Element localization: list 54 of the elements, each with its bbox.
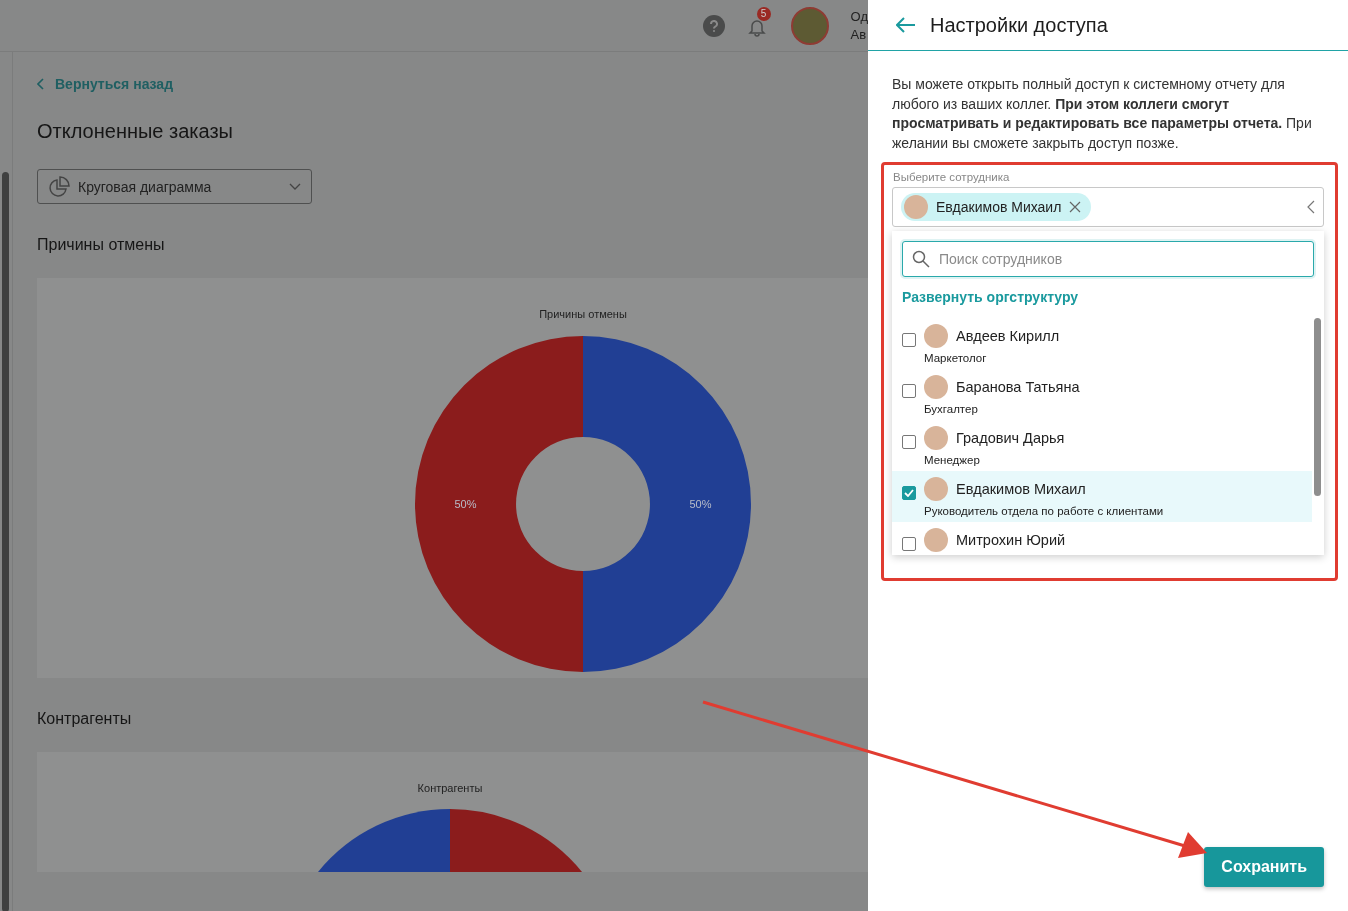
employee-role: Руководитель отдела по работе с клиентами <box>924 505 1165 517</box>
employee-role: Бухгалтер <box>924 403 979 415</box>
back-arrow-icon[interactable] <box>896 17 916 33</box>
avatar <box>924 477 948 501</box>
chart-title: Причины отмены <box>539 308 627 320</box>
search-icon <box>912 250 930 268</box>
avatar <box>924 528 948 552</box>
scrollbar[interactable] <box>2 172 9 911</box>
employee-role: Маркетолог <box>924 352 988 364</box>
avatar <box>904 195 928 219</box>
panel-title: Настройки доступа <box>930 13 1108 37</box>
employee-row[interactable]: Баранова Татьяна Бухгалтер <box>892 369 1312 420</box>
chart-type-select[interactable]: Круговая диаграмма <box>37 169 312 204</box>
user-avatar[interactable] <box>790 6 829 45</box>
employee-chip[interactable]: Евдакимов Михаил <box>901 193 1092 221</box>
avatar <box>924 426 948 450</box>
search-field[interactable]: Поиск сотрудников <box>902 241 1314 277</box>
employee-name: Градович Дарья <box>956 430 1065 446</box>
employee-row[interactable]: Митрохин Юрий <box>892 522 1312 555</box>
chevron-down-icon <box>289 183 301 190</box>
avatar <box>924 324 948 348</box>
slice-label: 50% <box>689 498 712 510</box>
checkbox[interactable] <box>902 435 916 449</box>
employee-name: Баранова Татьяна <box>956 379 1080 395</box>
user-name: Од <box>850 7 868 26</box>
notification-badge: 5 <box>756 6 771 21</box>
employee-row[interactable]: Градович Дарья Менеджер <box>892 420 1312 471</box>
save-button[interactable]: Сохранить <box>1204 847 1324 887</box>
field-label: Выберите сотрудника <box>893 171 1011 183</box>
close-icon[interactable] <box>1069 201 1082 213</box>
help-icon[interactable] <box>702 14 725 37</box>
employee-row[interactable]: Авдеев Кирилл Маркетолог <box>892 318 1312 369</box>
checkbox[interactable] <box>902 384 916 398</box>
scrollbar[interactable] <box>1314 318 1321 496</box>
description-text: Вы можете открыть полный доступ к системному отчету для любого из ваших коллег. При этом коллеги смогут просматривать и редактировать все параметры отчета. При желании вы сможете закрыть доступ позже. <box>892 75 1313 153</box>
chart-title: Контрагенты <box>417 782 483 794</box>
employee-row[interactable]: Евдакимов Михаил Руководитель отдела по работе с клиентами <box>892 471 1312 522</box>
chevron-icon[interactable] <box>1307 200 1315 214</box>
avatar <box>924 375 948 399</box>
employee-name: Митрохин Юрий <box>956 532 1066 548</box>
checkbox[interactable] <box>902 333 916 347</box>
employee-name: Авдеев Кирилл <box>956 328 1060 344</box>
employee-name: Евдакимов Михаил <box>956 481 1086 497</box>
section-heading: Причины отмены <box>37 236 166 254</box>
checkbox[interactable] <box>902 537 916 551</box>
user-company: Ав <box>850 25 868 44</box>
pie-chart-icon <box>48 175 70 198</box>
employee-select[interactable]: Евдакимов Михаил <box>892 187 1324 227</box>
checkbox[interactable] <box>902 486 916 500</box>
chevron-left-icon <box>37 78 45 90</box>
slice-label: 50% <box>454 498 477 510</box>
page-title: Отклоненные заказы <box>37 120 234 143</box>
section-heading: Контрагенты <box>37 710 133 728</box>
employee-role: Менеджер <box>924 454 981 466</box>
